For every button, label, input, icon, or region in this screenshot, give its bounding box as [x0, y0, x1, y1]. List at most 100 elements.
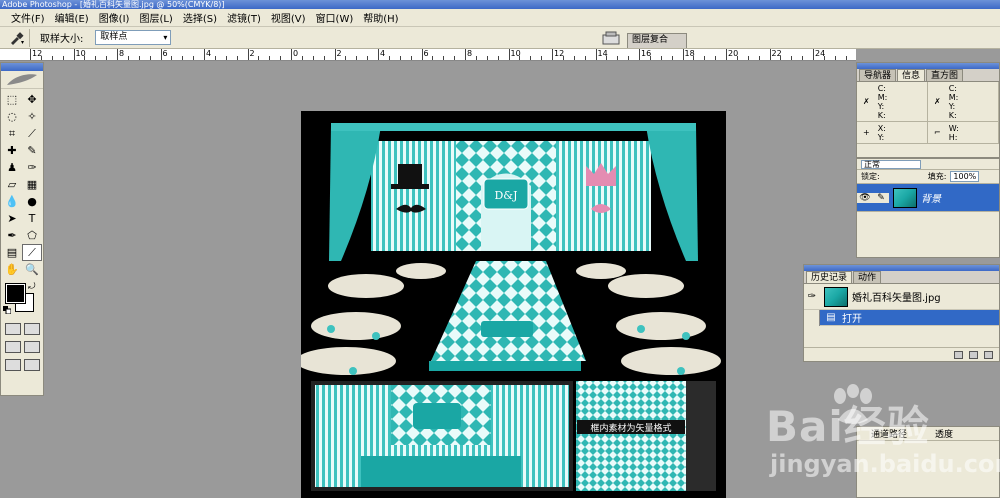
history-brush-source-icon[interactable]: ✑ — [804, 291, 820, 302]
tab-history[interactable]: 历史记录 — [806, 271, 853, 283]
ruler-tick — [552, 49, 553, 60]
menu-select[interactable]: 选择(S) — [178, 10, 222, 25]
brush-link-icon[interactable]: ✎ — [873, 192, 889, 203]
path-selection-tool-icon[interactable]: ➤ — [2, 210, 22, 227]
crop-tool-icon[interactable]: ⌗ — [2, 125, 22, 142]
eyedropper-preset-icon[interactable]: ▾ — [4, 28, 30, 47]
new-snapshot-icon[interactable] — [969, 350, 978, 359]
opacity-label: 透度 — [935, 430, 954, 440]
magic-wand-tool-icon[interactable]: ✧ — [22, 108, 42, 125]
imageready-icon[interactable] — [23, 359, 40, 371]
layer-row-background[interactable]: 👁 ✎ 背景 — [857, 184, 999, 212]
hand-tool-icon[interactable]: ✋ — [2, 261, 22, 278]
standard-mode-button[interactable] — [4, 323, 21, 335]
menu-edit[interactable]: 编辑(E) — [50, 10, 94, 25]
fill-label: 填充: — [927, 172, 947, 181]
ruler-label: 0 — [293, 49, 299, 58]
menu-file[interactable]: 文件(F) — [6, 10, 50, 25]
blur-tool-icon[interactable]: 💧 — [2, 193, 22, 210]
photoshop-window: Adobe Photoshop - [婚礼百科矢量图.jpg @ 50%(CMY… — [0, 0, 1000, 498]
ruler-tick — [367, 56, 369, 60]
notes-tool-icon[interactable]: ▤ — [2, 244, 22, 261]
blend-mode-select[interactable]: 正常 — [861, 159, 921, 169]
dodge-tool-icon[interactable]: ● — [22, 193, 42, 210]
move-tool-icon[interactable]: ✥ — [22, 91, 42, 108]
ruler-tick — [823, 56, 825, 60]
default-colors-icon[interactable] — [3, 306, 11, 314]
channels-tab[interactable]: 通道路径 — [871, 427, 907, 440]
ruler-tick — [236, 56, 238, 60]
toolbox-titlebar[interactable] — [1, 63, 43, 71]
eyedropper-info-icon: ✗ — [863, 97, 870, 106]
fill-input[interactable]: 100% — [950, 171, 980, 182]
history-step-open[interactable]: ▤ 打开 — [804, 309, 999, 326]
ruler-tick — [715, 56, 717, 60]
crosshair-icon: + — [863, 128, 870, 137]
ruler-tick — [508, 49, 510, 60]
menu-layer[interactable]: 图层(L) — [134, 10, 177, 25]
layer-name[interactable]: 背景 — [921, 190, 941, 205]
selection-size-icon: ⌐ — [934, 128, 941, 137]
lasso-tool-icon[interactable]: ◌ — [2, 108, 22, 125]
foreground-color-swatch[interactable] — [5, 283, 26, 304]
screen-mode-full-menu-button[interactable] — [23, 341, 40, 353]
ruler-tick — [573, 56, 575, 60]
gradient-tool-icon[interactable]: ▦ — [22, 176, 42, 193]
menu-filter[interactable]: 滤镜(T) — [222, 10, 266, 25]
tab-info[interactable]: 信息 — [897, 69, 926, 81]
feather-logo-icon[interactable] — [1, 71, 43, 89]
ruler-tick — [791, 56, 793, 60]
pen-tool-icon[interactable]: ✒ — [2, 227, 22, 244]
layer-comps-tab[interactable]: 图层复合 — [627, 33, 688, 48]
info-wh: ⌐ W: H: — [928, 122, 999, 144]
tab-histogram[interactable]: 直方图 — [926, 69, 964, 81]
layer-thumbnail — [893, 187, 917, 208]
jump-to-imageready-button[interactable] — [4, 359, 21, 371]
type-tool-icon[interactable]: T — [22, 210, 42, 227]
healing-brush-tool-icon[interactable]: ✚ — [2, 142, 22, 159]
ruler-tick — [40, 56, 42, 60]
menu-window[interactable]: 窗口(W) — [311, 10, 359, 25]
horizontal-ruler: 12 10 8 6 4 2 0 2 4 6 8 10 12 14 16 18 20 22 24 — [0, 49, 856, 61]
ruler-tick — [301, 56, 303, 60]
palette-well-icon[interactable] — [602, 31, 620, 45]
tab-navigator[interactable]: 导航器 — [859, 69, 897, 81]
screen-mode-standard-button[interactable] — [4, 341, 21, 353]
menu-view[interactable]: 视图(V) — [266, 10, 311, 25]
sample-size-select[interactable]: 取样点 — [95, 30, 172, 45]
ruler-tick — [639, 49, 640, 60]
brush-tool-icon[interactable]: ✎ — [22, 142, 42, 159]
ruler-label: 4 — [380, 49, 386, 58]
history-brush-tool-icon[interactable]: ✑ — [22, 159, 42, 176]
ruler-tick — [204, 49, 205, 60]
ruler-tick — [73, 49, 75, 60]
visibility-eye-icon[interactable]: 👁 — [857, 192, 873, 203]
marquee-tool-icon[interactable]: ⬚ — [2, 91, 22, 108]
eyedropper-tool-icon[interactable]: ⟋ — [22, 244, 42, 261]
ruler-tick — [519, 56, 521, 60]
ruler-tick — [802, 56, 804, 60]
menu-help[interactable]: 帮助(H) — [358, 10, 403, 25]
delete-state-icon[interactable] — [984, 350, 993, 359]
ruler-tick — [649, 56, 651, 60]
clone-stamp-tool-icon[interactable]: ♟ — [2, 159, 22, 176]
eraser-tool-icon[interactable]: ▱ — [2, 176, 22, 193]
swap-colors-icon[interactable]: ⤾ — [28, 282, 36, 292]
tab-actions[interactable]: 动作 — [853, 271, 882, 283]
ruler-tick — [171, 56, 173, 60]
toolbox: ⬚ ✥ ◌ ✧ ⌗ ⟋ ✚ ✎ ♟ ✑ ▱ ▦ 💧 ● ➤ T ✒ ⬠ ▤ ⟋ … — [0, 62, 44, 396]
zoom-tool-icon[interactable]: 🔍 — [22, 261, 42, 278]
ruler-tick — [388, 56, 390, 60]
ruler-tick — [421, 49, 423, 60]
document-canvas[interactable]: D&J 框内素材为矢量格式 — [301, 111, 726, 498]
menu-image[interactable]: 图像(I) — [94, 10, 135, 25]
slice-tool-icon[interactable]: ⟋ — [22, 125, 42, 142]
history-snapshot[interactable]: ✑ 婚礼百科矢量图.jpg — [804, 284, 999, 310]
ruler-tick — [747, 56, 749, 60]
new-document-from-state-icon[interactable] — [954, 350, 963, 359]
ruler-label: 2 — [336, 49, 342, 58]
ruler-tick — [214, 56, 216, 60]
history-source-slot[interactable] — [804, 309, 820, 326]
quick-mask-mode-button[interactable] — [23, 323, 40, 335]
shape-tool-icon[interactable]: ⬠ — [22, 227, 42, 244]
